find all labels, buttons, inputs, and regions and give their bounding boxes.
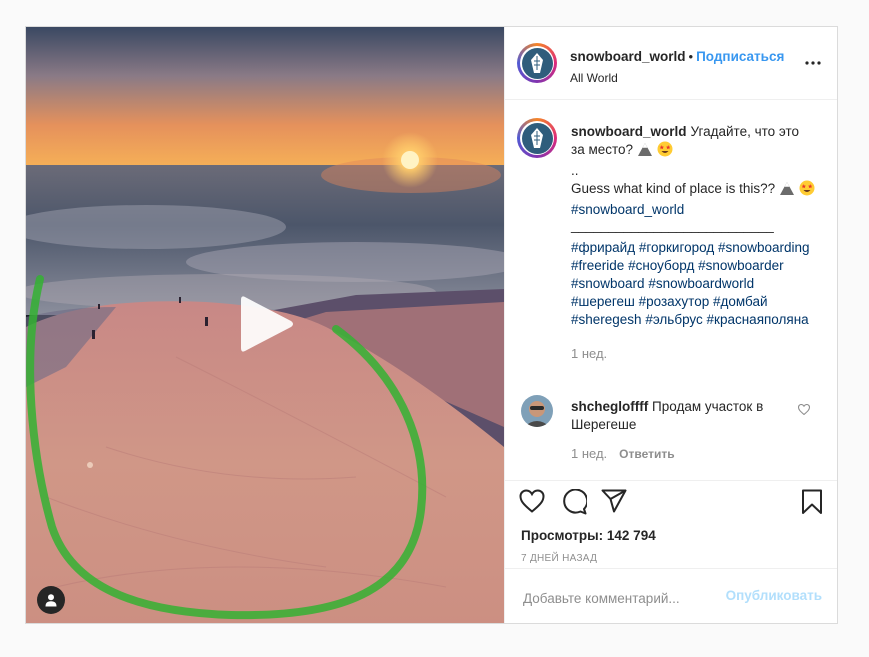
comment-text: shchegloffff Продам участок в Шерегеше — [571, 398, 781, 434]
star-eyes-emoji-icon — [799, 180, 815, 201]
avatar-photo — [521, 395, 553, 427]
bookmark-icon — [802, 489, 822, 514]
views-label: Просмотры: — [521, 528, 604, 543]
post-date[interactable]: 7 ДНЕЙ НАЗАД — [521, 553, 597, 564]
comment-input[interactable] — [521, 587, 725, 609]
hashtag-link[interactable]: #горкигород — [639, 240, 714, 255]
hashtag-link[interactable]: #эльбрус — [645, 312, 702, 327]
commenter-avatar[interactable] — [521, 395, 553, 427]
hashtag-link[interactable]: #sheregesh — [571, 312, 642, 327]
caption-dots: .. — [571, 163, 579, 178]
play-icon — [241, 296, 293, 352]
user-tag-button[interactable] — [37, 586, 65, 614]
snowflake-logo-icon — [531, 53, 543, 73]
comments-section[interactable]: snowboard_world Угадайте, что это за мест… — [505, 100, 837, 480]
comment-button[interactable] — [561, 488, 589, 520]
caption-text: snowboard_world Угадайте, что это за мест… — [571, 123, 816, 363]
hashtag-link[interactable]: #snowboard — [571, 276, 645, 291]
hashtag-link[interactable]: #snowboarding — [718, 240, 810, 255]
share-button[interactable] — [601, 489, 627, 518]
more-icon — [805, 61, 821, 65]
star-eyes-emoji-icon — [657, 141, 673, 162]
hashtag-link[interactable]: #фрирайд — [571, 240, 635, 255]
caption-timestamp[interactable]: 1 нед. — [571, 345, 816, 363]
hashtag-link[interactable]: #freeride — [571, 258, 624, 273]
follow-button[interactable]: Подписаться — [696, 49, 784, 64]
hashtag-link[interactable]: #snowboarder — [698, 258, 784, 273]
caption-avatar[interactable] — [517, 118, 557, 158]
action-bar: Просмотры: 142 794 7 ДНЕЙ НАЗАД — [505, 480, 837, 569]
more-options-button[interactable] — [802, 53, 824, 73]
save-button[interactable] — [801, 489, 823, 520]
hashtag-link[interactable]: #snowboardworld — [648, 276, 754, 291]
like-button[interactable] — [519, 489, 545, 518]
instagram-post: snowboard_world•Подписаться All World — [25, 26, 838, 624]
reply-button[interactable]: Ответить — [619, 447, 674, 461]
comment-username[interactable]: shchegloffff — [571, 399, 648, 414]
header-text: snowboard_world • Подписаться All World — [570, 48, 784, 85]
caption-divider: ___________________________ — [571, 218, 774, 233]
comment-timestamp[interactable]: 1 нед. — [571, 446, 607, 461]
hashtag-link[interactable]: #розахутор — [639, 294, 710, 309]
hashtag-link[interactable]: #домбай — [713, 294, 768, 309]
mountain-emoji-icon — [637, 142, 653, 162]
separator-dot: • — [688, 49, 694, 64]
share-icon — [601, 489, 627, 513]
hashtag-link[interactable]: #краснаяполяна — [707, 312, 809, 327]
views-count[interactable]: Просмотры: 142 794 — [521, 528, 656, 543]
avatar[interactable] — [517, 43, 557, 83]
mountain-emoji-icon — [779, 181, 795, 201]
comment-icon — [563, 488, 589, 515]
comment-meta: 1 нед. Ответить — [571, 446, 675, 461]
caption-username[interactable]: snowboard_world — [571, 124, 687, 139]
comment-like-button[interactable] — [797, 402, 811, 420]
publish-button[interactable]: Опубликовать — [726, 588, 822, 603]
hashtag-link[interactable]: #шерегеш — [571, 294, 635, 309]
header-username[interactable]: snowboard_world — [570, 49, 686, 64]
post-sidebar: snowboard_world•Подписаться All World — [504, 27, 837, 623]
post-header: snowboard_world • Подписаться All World — [505, 27, 837, 100]
hashtag-link[interactable]: #сноуборд — [628, 258, 694, 273]
play-button[interactable] — [231, 289, 301, 359]
location-link[interactable]: All World — [570, 71, 784, 85]
caption-line-2: Guess what kind of place is this?? — [571, 181, 776, 196]
views-value: 142 794 — [606, 528, 656, 543]
user-tag-icon — [45, 594, 57, 607]
hashtag-link[interactable]: #snowboard_world — [571, 202, 684, 217]
add-comment-form: Опубликовать — [505, 568, 837, 623]
snowflake-logo-icon — [531, 128, 543, 148]
heart-icon — [797, 403, 811, 416]
heart-icon — [519, 489, 545, 513]
video-media[interactable] — [26, 27, 504, 623]
